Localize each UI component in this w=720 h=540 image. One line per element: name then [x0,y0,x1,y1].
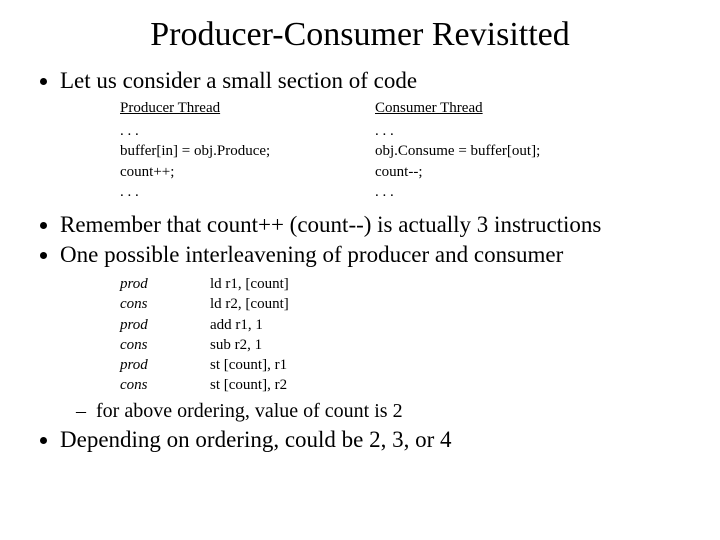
interleave-row: prod add r1, 1 [120,315,690,335]
interleave-role: cons [120,375,210,395]
interleave-role: prod [120,274,210,294]
producer-header: Producer Thread [120,100,375,117]
slide: Producer-Consumer Revisitted Let us cons… [0,0,720,540]
producer-line: buffer[in] = obj.Produce; [120,141,375,161]
interleave-row: prod ld r1, [count] [120,274,690,294]
bullet-2: Remember that count++ (count--) is actua… [60,212,690,238]
thread-code-block: Producer Thread . . . buffer[in] = obj.P… [120,100,690,202]
slide-title: Producer-Consumer Revisitted [30,16,690,54]
bullet-list: Let us consider a small section of code [38,68,690,94]
interleave-instr: st [count], r1 [210,355,287,375]
consumer-line: . . . [375,121,630,141]
interleave-instr: sub r2, 1 [210,335,262,355]
interleave-instr: st [count], r2 [210,375,287,395]
bullet-list: for above ordering, value of count is 2 … [38,400,690,453]
consumer-line: . . . [375,182,630,202]
sub-bullet-list: for above ordering, value of count is 2 [74,400,690,423]
consumer-header: Consumer Thread [375,100,630,117]
interleave-role: cons [120,294,210,314]
interleave-block: prod ld r1, [count] cons ld r2, [count] … [120,274,690,396]
interleave-row: cons sub r2, 1 [120,335,690,355]
interleave-role: prod [120,355,210,375]
consumer-line: count--; [375,162,630,182]
interleave-instr: add r1, 1 [210,315,263,335]
bullet-4: Depending on ordering, could be 2, 3, or… [60,427,690,453]
bullet-list: Remember that count++ (count--) is actua… [38,212,690,268]
producer-line: . . . [120,182,375,202]
interleave-instr: ld r2, [count] [210,294,289,314]
consumer-column: Consumer Thread . . . obj.Consume = buff… [375,100,630,202]
interleave-role: prod [120,315,210,335]
interleave-instr: ld r1, [count] [210,274,289,294]
interleave-row: cons st [count], r2 [120,375,690,395]
consumer-line: obj.Consume = buffer[out]; [375,141,630,161]
sub-bullet: for above ordering, value of count is 2 [96,400,690,423]
producer-line: . . . [120,121,375,141]
bullet-1: Let us consider a small section of code [60,68,690,94]
sub-wrapper: for above ordering, value of count is 2 [60,400,690,423]
interleave-row: cons ld r2, [count] [120,294,690,314]
bullet-3: One possible interleavening of producer … [60,242,690,268]
interleave-role: cons [120,335,210,355]
producer-line: count++; [120,162,375,182]
interleave-row: prod st [count], r1 [120,355,690,375]
producer-column: Producer Thread . . . buffer[in] = obj.P… [120,100,375,202]
